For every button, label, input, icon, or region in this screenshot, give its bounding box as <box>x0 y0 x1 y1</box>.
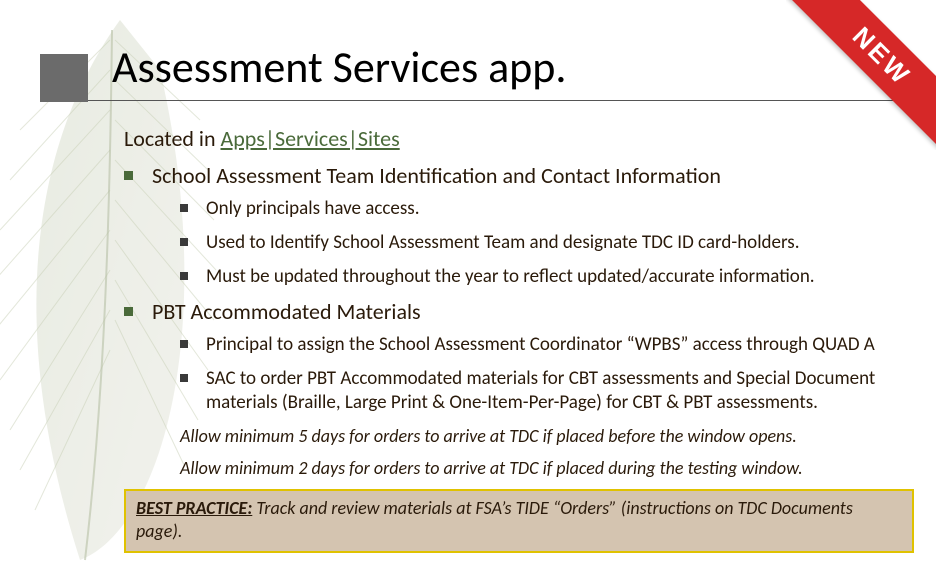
title-accent-square-icon <box>40 54 88 102</box>
bullet-text: Used to Identify School Assessment Team … <box>206 231 800 254</box>
bullet-text: SAC to order PBT Accommodated materials … <box>206 367 875 414</box>
list-item: Only principals have access. <box>180 197 920 221</box>
section-2-heading: PBT Accommodated Materials <box>152 298 421 325</box>
bullet-text: Only principals have access. <box>206 197 420 220</box>
list-item: Must be updated throughout the year to r… <box>180 265 920 289</box>
section-2: PBT Accommodated Materials Principal to … <box>124 298 936 414</box>
bullet-text: Must be updated throughout the year to r… <box>206 265 815 288</box>
page-title: Assessment Services app. <box>112 40 567 94</box>
allow-line-1: Allow minimum 5 days for orders to arriv… <box>180 425 900 447</box>
allow-line-2: Allow minimum 2 days for orders to arriv… <box>180 457 900 479</box>
section-1: School Assessment Team Identification an… <box>124 162 936 288</box>
located-prefix: Located in <box>124 125 221 152</box>
list-item: Principal to assign the School Assessmen… <box>180 333 920 357</box>
title-row: Assessment Services app. <box>40 40 910 101</box>
list-item: Used to Identify School Assessment Team … <box>180 231 920 255</box>
section-1-heading: School Assessment Team Identification an… <box>152 162 721 189</box>
best-practice-box: BEST PRACTICE: Track and review material… <box>124 489 914 554</box>
bullet-text: Principal to assign the School Assessmen… <box>206 333 875 356</box>
located-link: Apps|Services|Sites <box>221 125 400 152</box>
list-item: SAC to order PBT Accommodated materials … <box>180 367 920 415</box>
best-practice-label: BEST PRACTICE: <box>136 497 252 519</box>
located-in-line: Located in Apps|Services|Sites <box>124 125 936 152</box>
